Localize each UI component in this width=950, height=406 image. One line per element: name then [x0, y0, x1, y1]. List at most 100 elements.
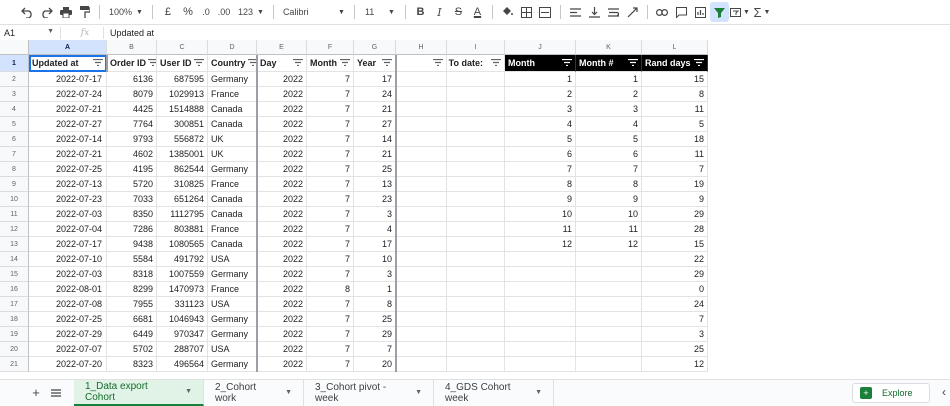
table-cell[interactable] — [396, 237, 447, 252]
table-cell[interactable] — [396, 327, 447, 342]
table-cell[interactable]: 1 — [354, 282, 396, 297]
table-cell[interactable]: USA — [208, 342, 257, 357]
fill-color-icon[interactable] — [498, 2, 517, 22]
table-cell[interactable]: USA — [208, 297, 257, 312]
column-header-j[interactable]: J — [505, 40, 576, 55]
percent-button[interactable]: % — [178, 2, 198, 22]
table-cell[interactable]: Germany — [208, 327, 257, 342]
table-cell[interactable]: Canada — [208, 102, 257, 117]
table-cell[interactable]: 5 — [642, 117, 708, 132]
table-cell[interactable]: 17 — [354, 72, 396, 87]
table-cell[interactable]: 1007559 — [157, 267, 208, 282]
row-header[interactable]: 20 — [0, 342, 29, 357]
table-cell[interactable]: 2022 — [257, 357, 307, 372]
table-cell[interactable]: UK — [208, 147, 257, 162]
table-cell[interactable] — [447, 252, 505, 267]
row-header[interactable]: 15 — [0, 267, 29, 282]
table-cell[interactable] — [396, 267, 447, 282]
table-cell[interactable]: 2022-07-07 — [29, 342, 107, 357]
table-cell[interactable]: 6 — [576, 147, 642, 162]
sheet-tab[interactable]: 1_Data export Cohort ▼ — [74, 379, 204, 406]
table-cell[interactable]: 5 — [576, 132, 642, 147]
table-cell[interactable] — [396, 132, 447, 147]
table-cell[interactable]: USA — [208, 252, 257, 267]
filter-dropdown-icon[interactable] — [148, 58, 156, 68]
table-cell[interactable] — [447, 342, 505, 357]
table-cell[interactable] — [396, 192, 447, 207]
header-cell[interactable]: Day — [257, 55, 307, 72]
table-cell[interactable] — [576, 312, 642, 327]
table-cell[interactable]: 2022 — [257, 207, 307, 222]
table-cell[interactable]: 651264 — [157, 192, 208, 207]
table-cell[interactable] — [447, 297, 505, 312]
row-header[interactable]: 3 — [0, 87, 29, 102]
table-cell[interactable] — [447, 162, 505, 177]
table-cell[interactable]: 7 — [505, 162, 576, 177]
table-cell[interactable]: 1 — [576, 72, 642, 87]
table-cell[interactable]: 7 — [307, 222, 354, 237]
column-header-l[interactable]: L — [642, 40, 708, 55]
row-header[interactable]: 11 — [0, 207, 29, 222]
header-cell[interactable]: Month — [505, 55, 576, 72]
filter-dropdown-icon[interactable] — [340, 58, 350, 68]
table-cell[interactable]: 11 — [576, 222, 642, 237]
table-cell[interactable]: 3 — [354, 207, 396, 222]
table-cell[interactable]: 10 — [354, 252, 396, 267]
table-cell[interactable]: Germany — [208, 72, 257, 87]
chart-icon[interactable] — [691, 2, 710, 22]
table-cell[interactable]: 11 — [642, 102, 708, 117]
table-cell[interactable]: 2022 — [257, 312, 307, 327]
table-cell[interactable]: 6136 — [107, 72, 157, 87]
table-cell[interactable]: 2022-07-24 — [29, 87, 107, 102]
valign-bottom-icon[interactable] — [585, 2, 604, 22]
table-cell[interactable]: 20 — [354, 357, 396, 372]
table-cell[interactable] — [447, 282, 505, 297]
sheet-tab[interactable]: 4_GDS Cohort week ▼ — [434, 379, 554, 406]
row-header[interactable]: 21 — [0, 357, 29, 372]
table-cell[interactable] — [396, 282, 447, 297]
table-cell[interactable]: 18 — [642, 132, 708, 147]
table-cell[interactable]: 3 — [354, 267, 396, 282]
table-cell[interactable]: 12 — [642, 357, 708, 372]
table-cell[interactable]: 2022 — [257, 72, 307, 87]
table-cell[interactable]: 687595 — [157, 72, 208, 87]
text-wrap-icon[interactable] — [604, 2, 623, 22]
table-cell[interactable]: 4 — [576, 117, 642, 132]
table-cell[interactable]: 2022-07-21 — [29, 147, 107, 162]
table-cell[interactable]: 7955 — [107, 297, 157, 312]
table-cell[interactable] — [505, 312, 576, 327]
table-cell[interactable]: France — [208, 282, 257, 297]
table-cell[interactable]: 28 — [642, 222, 708, 237]
header-cell[interactable]: Year — [354, 55, 396, 72]
table-cell[interactable]: 24 — [354, 87, 396, 102]
table-cell[interactable]: 25 — [642, 342, 708, 357]
row-header[interactable]: 8 — [0, 162, 29, 177]
table-cell[interactable]: 3 — [576, 102, 642, 117]
table-cell[interactable] — [396, 297, 447, 312]
table-cell[interactable]: 331123 — [157, 297, 208, 312]
column-header-f[interactable]: F — [307, 40, 354, 55]
table-cell[interactable]: 2022 — [257, 87, 307, 102]
table-cell[interactable] — [505, 297, 576, 312]
table-cell[interactable] — [447, 177, 505, 192]
row-header[interactable]: 1 — [0, 55, 29, 72]
table-cell[interactable]: 1 — [505, 72, 576, 87]
table-cell[interactable]: 2022-07-03 — [29, 207, 107, 222]
table-cell[interactable]: 6 — [505, 147, 576, 162]
row-header[interactable]: 10 — [0, 192, 29, 207]
filter-dropdown-icon[interactable] — [93, 58, 103, 68]
redo-icon[interactable] — [37, 2, 56, 22]
row-header[interactable]: 18 — [0, 312, 29, 327]
table-cell[interactable]: 5702 — [107, 342, 157, 357]
table-cell[interactable]: 8 — [642, 87, 708, 102]
table-cell[interactable]: 24 — [642, 297, 708, 312]
table-cell[interactable]: 7 — [307, 252, 354, 267]
side-panel-toggle-icon[interactable]: ‹ — [942, 385, 946, 399]
table-cell[interactable]: 8 — [354, 297, 396, 312]
table-cell[interactable]: 1080565 — [157, 237, 208, 252]
header-cell[interactable]: Month # — [576, 55, 642, 72]
table-cell[interactable]: 2022 — [257, 162, 307, 177]
table-cell[interactable]: 21 — [354, 147, 396, 162]
table-cell[interactable]: 7 — [307, 177, 354, 192]
table-cell[interactable] — [576, 357, 642, 372]
